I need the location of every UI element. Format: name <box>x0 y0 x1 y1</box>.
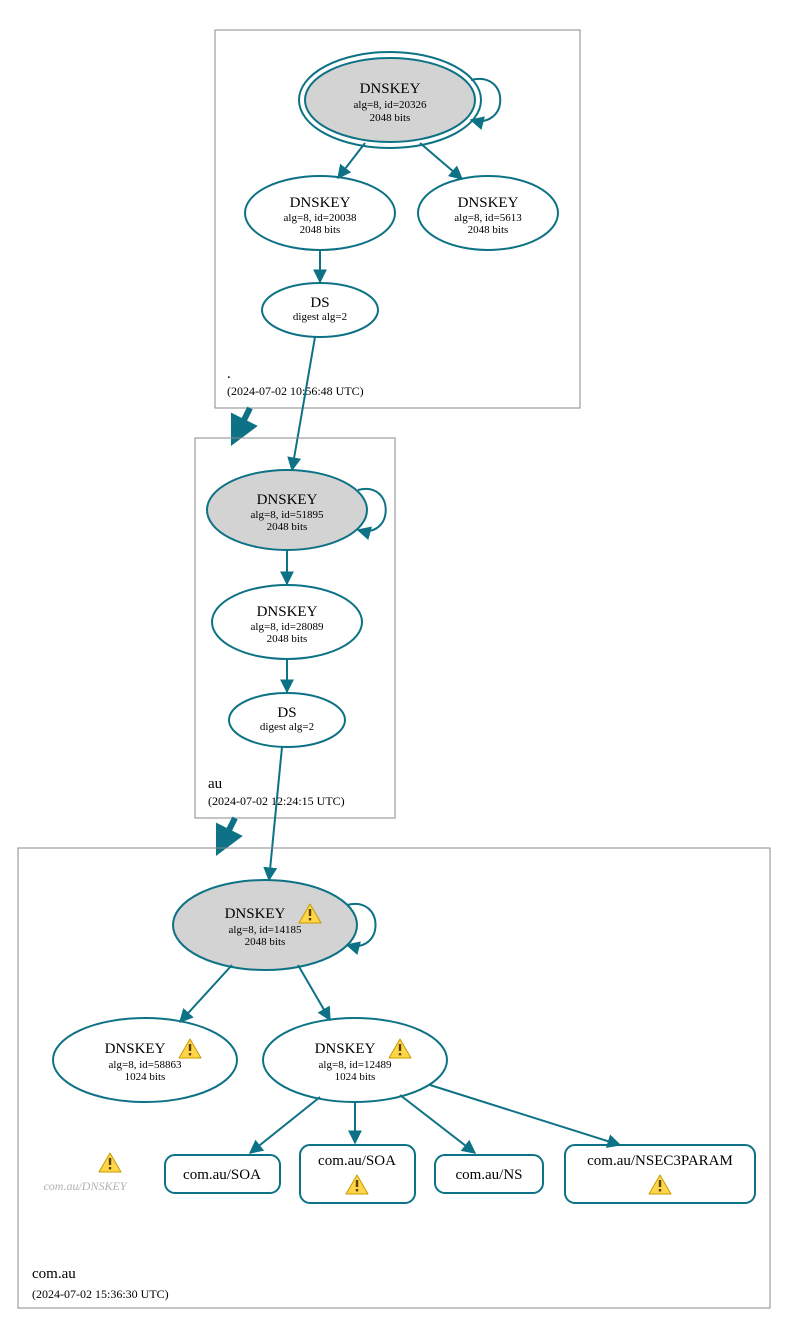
label: alg=8, id=58863 <box>109 1059 182 1071</box>
warning-icon <box>99 1153 121 1172</box>
label: DS <box>277 705 296 721</box>
label: 1024 bits <box>335 1071 376 1083</box>
label: com.au/SOA <box>318 1153 396 1169</box>
node-comau-zsk2: DNSKEY alg=8, id=12489 1024 bits <box>263 1018 447 1102</box>
label: 2048 bits <box>267 521 308 533</box>
label: DNSKEY <box>257 604 318 620</box>
label: com.au/NSEC3PARAM <box>587 1153 733 1169</box>
label: DNSKEY <box>315 1041 376 1057</box>
label: 2048 bits <box>370 112 411 124</box>
node-root-zsk2: DNSKEY alg=8, id=5613 2048 bits <box>418 176 558 250</box>
zone-ts-root: (2024-07-02 10:56:48 UTC) <box>227 384 364 398</box>
label: alg=8, id=51895 <box>251 509 324 521</box>
rr-ns: com.au/NS <box>435 1155 543 1193</box>
label: DNSKEY <box>257 492 318 508</box>
label: com.au/NS <box>455 1167 522 1183</box>
label: DNSKEY <box>225 906 286 922</box>
label: com.au/SOA <box>183 1167 261 1183</box>
node-root-ds: DS digest alg=2 <box>262 283 378 337</box>
label: DNSKEY <box>360 81 421 97</box>
node-root-ksk: DNSKEY alg=8, id=20326 2048 bits <box>299 52 481 148</box>
edge <box>420 143 462 179</box>
rr-nsec3: com.au/NSEC3PARAM <box>565 1145 755 1203</box>
label: alg=8, id=12489 <box>319 1059 392 1071</box>
zone-label-comau: com.au <box>32 1266 76 1282</box>
label: DNSKEY <box>290 195 351 211</box>
edge <box>338 143 365 178</box>
node-root-zsk1: DNSKEY alg=8, id=20038 2048 bits <box>245 176 395 250</box>
node-au-ds: DS digest alg=2 <box>229 693 345 747</box>
node-comau-ksk: DNSKEY alg=8, id=14185 2048 bits <box>173 880 357 970</box>
label: com.au/DNSKEY <box>43 1179 127 1193</box>
label: DNSKEY <box>458 195 519 211</box>
node-au-zsk: DNSKEY alg=8, id=28089 2048 bits <box>212 585 362 659</box>
label: digest alg=2 <box>260 721 314 733</box>
edge <box>180 965 232 1022</box>
zone-ts-comau: (2024-07-02 15:36:30 UTC) <box>32 1287 169 1301</box>
label: alg=8, id=14185 <box>229 924 302 936</box>
edge-ds-to-comau-ksk <box>269 747 282 880</box>
label: 2048 bits <box>300 224 341 236</box>
label: 2048 bits <box>267 633 308 645</box>
zone-label-au: au <box>208 776 223 792</box>
label: alg=8, id=20038 <box>284 212 357 224</box>
dnssec-diagram: . (2024-07-02 10:56:48 UTC) DNSKEY alg=8… <box>0 0 787 1333</box>
edge <box>430 1085 620 1145</box>
zone-label-root: . <box>227 366 231 382</box>
label: alg=8, id=28089 <box>251 621 324 633</box>
label: 2048 bits <box>468 224 509 236</box>
label: 2048 bits <box>245 936 286 948</box>
delegation-root-au <box>235 408 250 438</box>
node-au-ksk: DNSKEY alg=8, id=51895 2048 bits <box>207 470 367 550</box>
label: alg=8, id=5613 <box>454 212 522 224</box>
rr-soa1: com.au/SOA <box>165 1155 280 1193</box>
edge <box>400 1095 475 1153</box>
node-comau-zsk1: DNSKEY alg=8, id=58863 1024 bits <box>53 1018 237 1102</box>
delegation-au-comau <box>220 818 235 848</box>
rr-soa2: com.au/SOA <box>300 1145 415 1203</box>
label: DNSKEY <box>105 1041 166 1057</box>
edge <box>298 965 330 1020</box>
edge-ds-to-au-ksk <box>292 337 315 470</box>
label: digest alg=2 <box>293 311 347 323</box>
label: DS <box>310 295 329 311</box>
label: 1024 bits <box>125 1071 166 1083</box>
ghost-dnskey: com.au/DNSKEY <box>43 1153 127 1193</box>
label: alg=8, id=20326 <box>354 99 427 111</box>
